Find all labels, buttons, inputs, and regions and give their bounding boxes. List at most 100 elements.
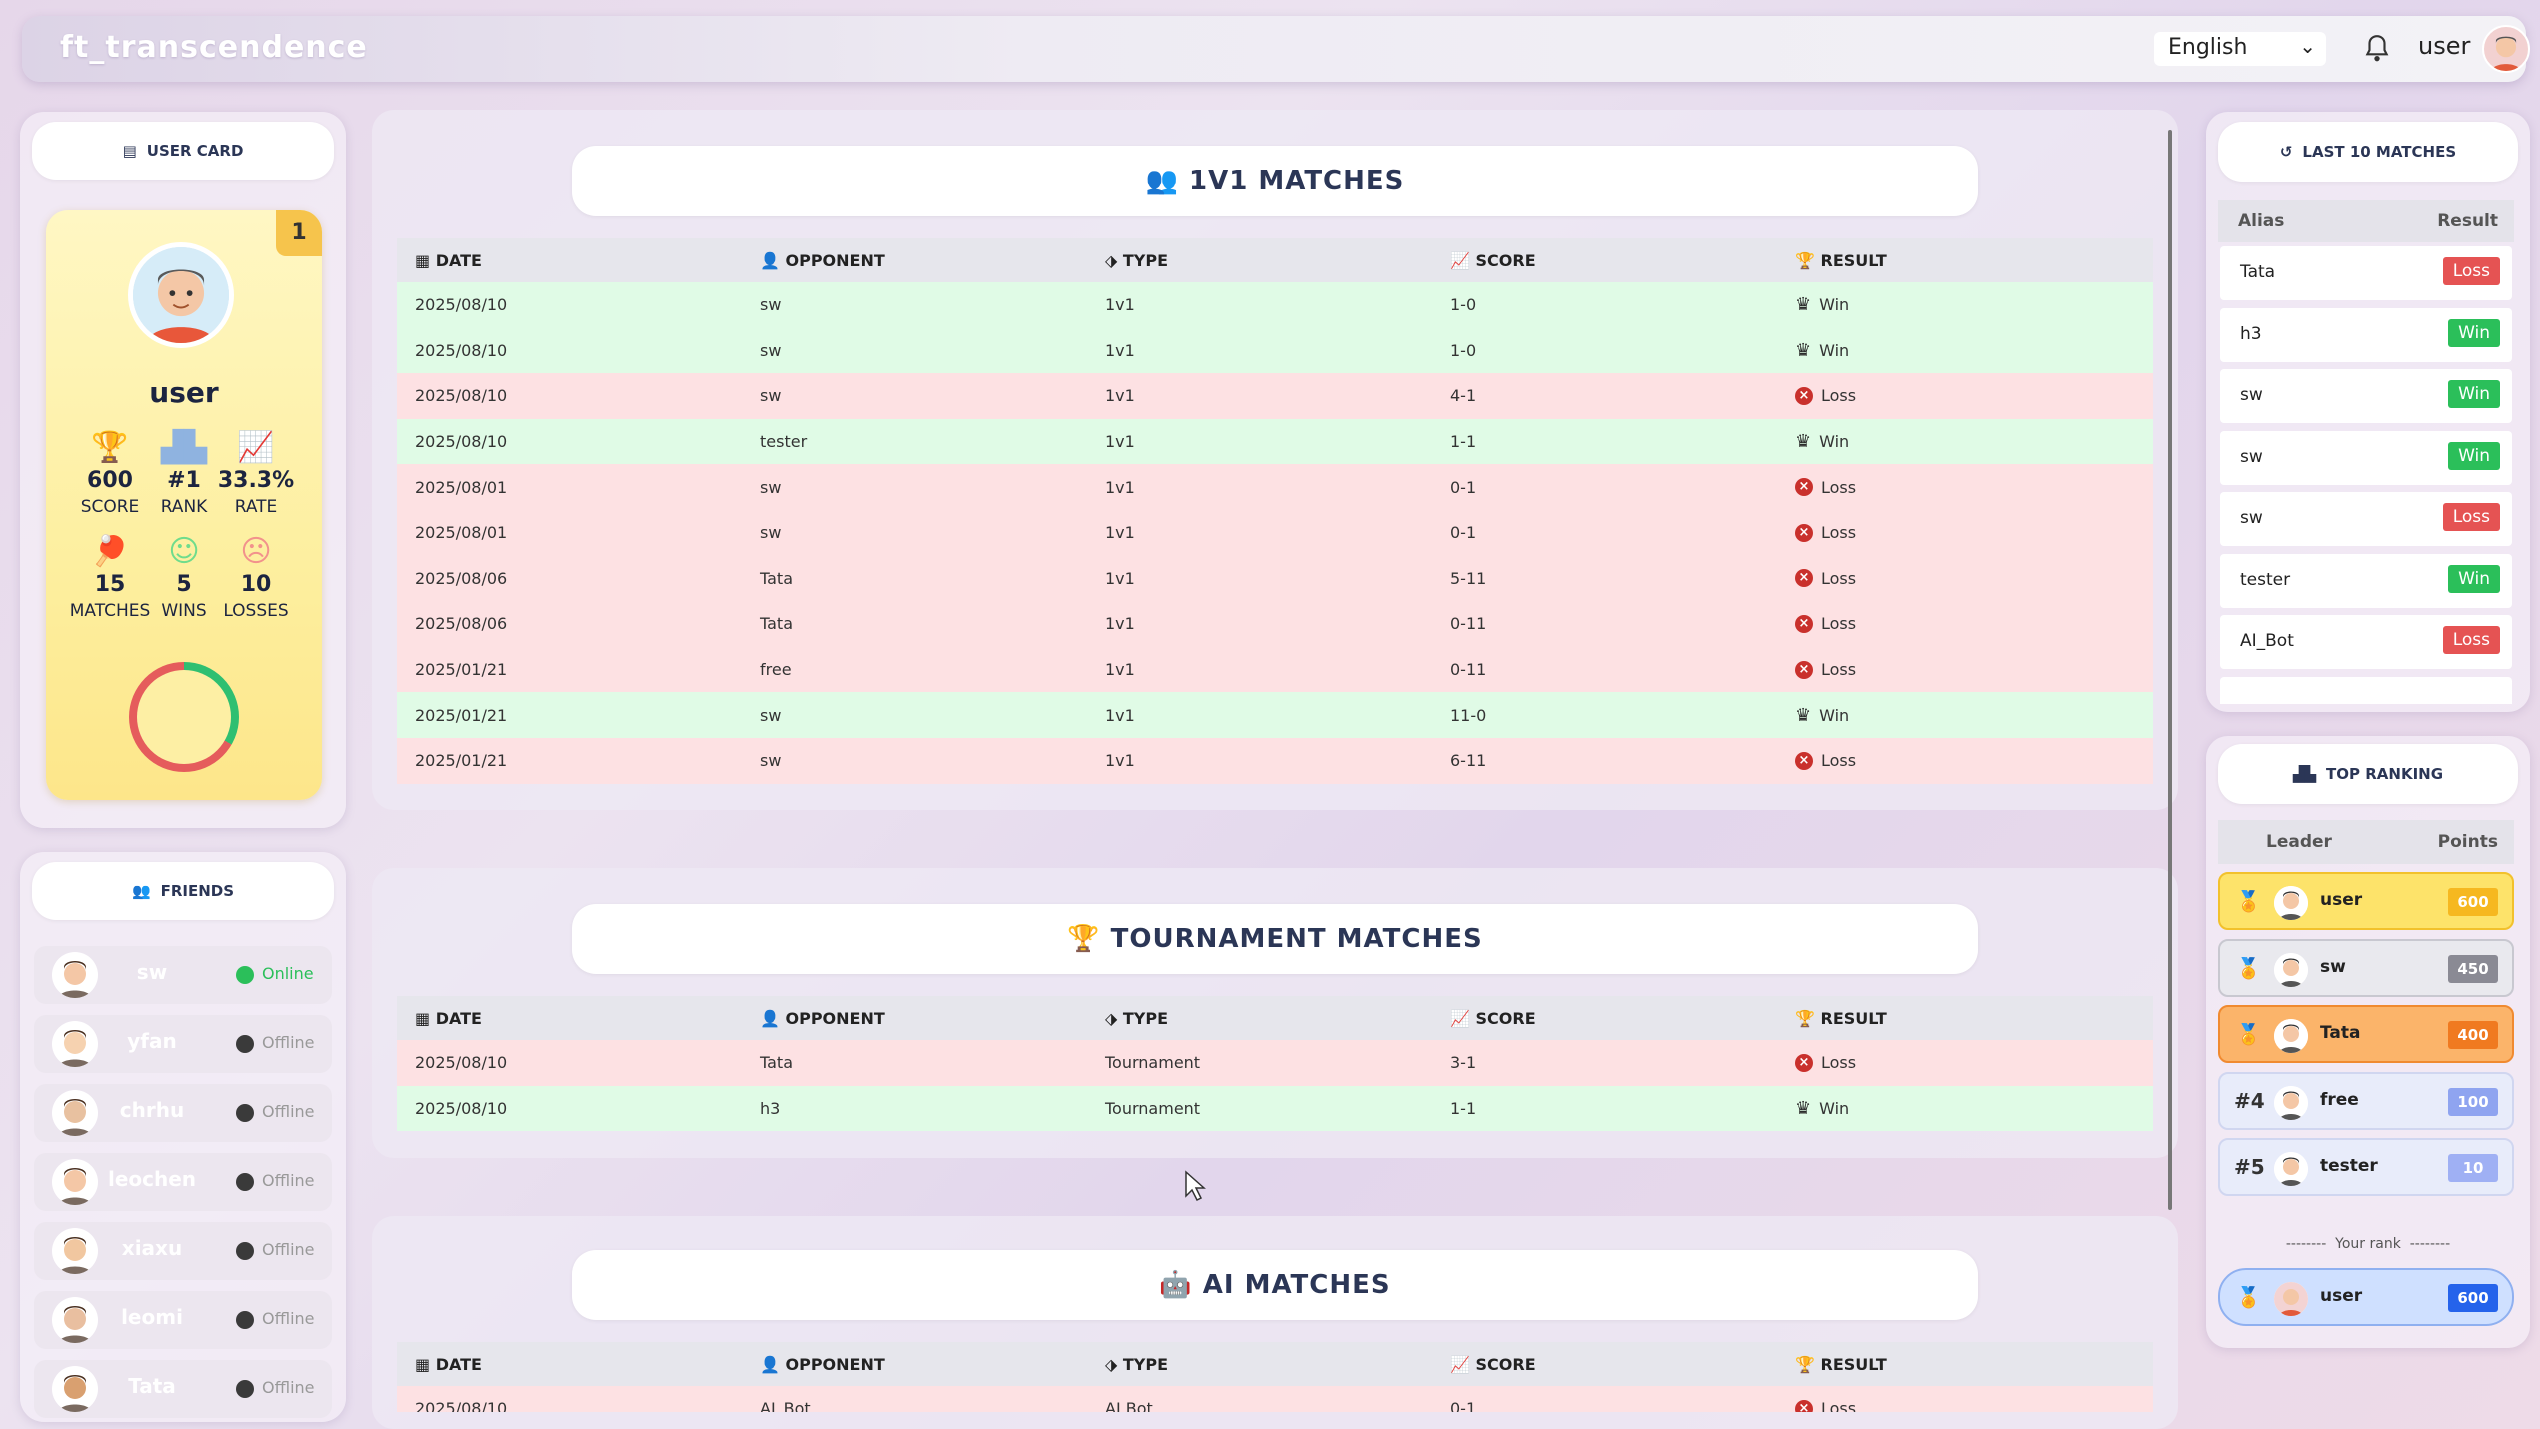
table-row[interactable]: 2025/08/10 sw 1v1 4-1 × Loss [397, 373, 2153, 419]
opponent-cell: sw [760, 386, 782, 406]
table-row[interactable]: 2025/08/10 sw 1v1 1-0 ♛ Win [397, 327, 2153, 374]
table-row[interactable]: 2025/01/21 free 1v1 0-11 × Loss [397, 646, 2153, 693]
date-cell: 2025/08/10 [415, 1399, 508, 1412]
opponent-cell: tester [760, 432, 808, 452]
leader-name: tester [2320, 1156, 2378, 1177]
type-cell: 1v1 [1105, 340, 1135, 360]
friends-header: 👥 FRIENDS [32, 862, 334, 920]
result-label: Win [1819, 705, 1850, 725]
result-label: Loss [1821, 614, 1857, 634]
type-cell: 1v1 [1105, 751, 1135, 771]
result-label: Loss [1821, 523, 1857, 543]
last-match-row[interactable]: tester Win [2220, 553, 2512, 608]
friend-item[interactable]: Tata Offline [34, 1360, 332, 1418]
trophy-icon: 🏆 [1795, 1354, 1815, 1374]
score-cell: 6-11 [1450, 751, 1487, 771]
last-matches-title: LAST 10 MATCHES [2302, 143, 2457, 161]
ranking-row[interactable]: 🏅 user 600 [2218, 872, 2514, 930]
result-badge: Win [2448, 441, 2500, 470]
result-badge: Loss [2442, 626, 2500, 654]
header-avatar[interactable] [2482, 25, 2530, 73]
table-row[interactable]: 2025/01/21 sw 1v1 11-0 ♛ Win [397, 692, 2153, 738]
friend-name: Tata [128, 1374, 176, 1398]
bell-icon[interactable] [2364, 34, 2390, 64]
table-row[interactable]: 2025/08/10 sw 1v1 1-0 ♛ Win [397, 282, 2153, 328]
my-rank-row[interactable]: 🏅 user 600 [2218, 1268, 2514, 1326]
ranking-row[interactable]: #4 free 100 [2218, 1071, 2514, 1130]
last-match-row[interactable]: sw Win [2220, 369, 2512, 423]
result-cell: ♛ Win [1777, 431, 2153, 452]
avatar [52, 1297, 98, 1343]
table-row[interactable]: 2025/08/10 h3 Tournament 1-1 ♛ Win [397, 1085, 2153, 1132]
stat-losses: ☹ 10 LOSSES [210, 532, 302, 621]
x-circle-icon: × [1795, 386, 1813, 405]
table-row[interactable]: 2025/08/01 sw 1v1 0-1 × Loss [397, 464, 2153, 510]
avatar [2274, 1019, 2308, 1054]
tag-icon: ⬗ [1105, 1354, 1118, 1374]
rank-badge: 1 [276, 210, 322, 256]
table-row[interactable]: 2025/08/06 Tata 1v1 5-11 × Loss [397, 555, 2153, 602]
ranking-row[interactable]: #5 tester 10 [2218, 1138, 2514, 1197]
date-cell: 2025/08/01 [415, 477, 508, 497]
crown-icon: ♛ [1795, 1097, 1812, 1119]
last-match-row[interactable]: Tata Loss [2220, 246, 2512, 300]
table-row[interactable]: 2025/08/01 sw 1v1 0-1 × Loss [397, 509, 2153, 556]
friend-item[interactable]: yfan Offline [34, 1015, 332, 1073]
tag-icon: ⬗ [1105, 250, 1118, 270]
points-badge: 400 [2448, 1021, 2498, 1050]
mouse-cursor-icon [1185, 1170, 1206, 1202]
table-row[interactable]: 2025/08/10 tester 1v1 1-1 ♛ Win [397, 418, 2153, 465]
brand-logo[interactable]: ft_transcendence [60, 30, 368, 65]
ranking-row[interactable]: 🏅 Tata 400 [2218, 1005, 2514, 1064]
result-label: Win [1819, 1098, 1850, 1118]
last-match-row[interactable]: AI_Bot Loss [2220, 615, 2512, 669]
alias: AI_Bot [2240, 631, 2294, 651]
last-match-row[interactable]: sw Loss [2220, 492, 2512, 546]
table-tournament: ▦ DATE 👤 OPPONENT ⬗ TYPE 📈 SCORE 🏆 RESUL… [397, 996, 2153, 1132]
result-label: Loss [1821, 1053, 1857, 1073]
result-label: Loss [1821, 1399, 1857, 1412]
table-row[interactable]: 2025/01/21 sw 1v1 6-11 × Loss [397, 737, 2153, 784]
ranking-row[interactable]: 🏅 sw 450 [2218, 938, 2514, 997]
your-rank-divider: -------- Your rank -------- [2285, 1236, 2451, 1252]
result-label: Loss [1821, 751, 1857, 771]
tag-icon: ⬗ [1105, 1008, 1118, 1028]
avatar [2274, 1085, 2308, 1120]
user-icon: 👤 [760, 250, 780, 270]
last-match-row[interactable]: sw Win [2220, 430, 2512, 485]
sad-icon: ☹ [240, 534, 272, 569]
rank-number: #4 [2234, 1088, 2265, 1113]
score-cell: 11-0 [1450, 705, 1487, 725]
last-match-row[interactable] [2220, 676, 2512, 704]
x-circle-icon: × [1795, 478, 1813, 497]
main-scrollbar[interactable] [2168, 130, 2172, 1210]
last-match-row[interactable]: h3 Win [2220, 307, 2512, 362]
friend-item[interactable]: leomi Offline [34, 1291, 332, 1349]
result-cell: × Loss [1777, 478, 2153, 497]
type-cell: 1v1 [1105, 432, 1135, 452]
header-username[interactable]: user [2418, 32, 2470, 60]
points-badge: 600 [2448, 888, 2498, 916]
chart-icon: 📈 [1450, 250, 1470, 270]
friend-item[interactable]: sw Online [34, 946, 332, 1004]
opponent-cell: sw [760, 705, 782, 725]
last-matches-list: Tata Loss h3 Win sw Win sw Win sw Loss tester Win AI… [2218, 246, 2514, 704]
friend-item[interactable]: leochen Offline [34, 1153, 332, 1211]
language-select[interactable]: English ⌄ [2154, 32, 2326, 66]
type-cell: 1v1 [1105, 660, 1135, 680]
table-row[interactable]: 2025/08/10 AI_Bot AI Bot 0-1 × Loss [397, 1386, 2153, 1412]
avatar [2274, 886, 2308, 920]
friend-item[interactable]: chrhu Offline [34, 1084, 332, 1142]
users-icon: 👥 [1145, 166, 1179, 196]
friend-name: sw [136, 960, 168, 984]
table-row[interactable]: 2025/08/10 Tata Tournament 3-1 × Loss [397, 1040, 2153, 1086]
friend-item[interactable]: xiaxu Offline [34, 1222, 332, 1280]
result-cell: × Loss [1777, 1053, 2153, 1072]
medal-icon: 🏅 [2236, 889, 2261, 913]
status-dot [236, 1310, 254, 1329]
table-body: 2025/08/10 Tata Tournament 3-1 × Loss 2025/08/… [397, 1040, 2153, 1132]
status-dot [236, 1034, 254, 1053]
friend-status: Offline [236, 1378, 315, 1398]
status-dot [236, 1379, 254, 1398]
table-row[interactable]: 2025/08/06 Tata 1v1 0-11 × Loss [397, 601, 2153, 647]
